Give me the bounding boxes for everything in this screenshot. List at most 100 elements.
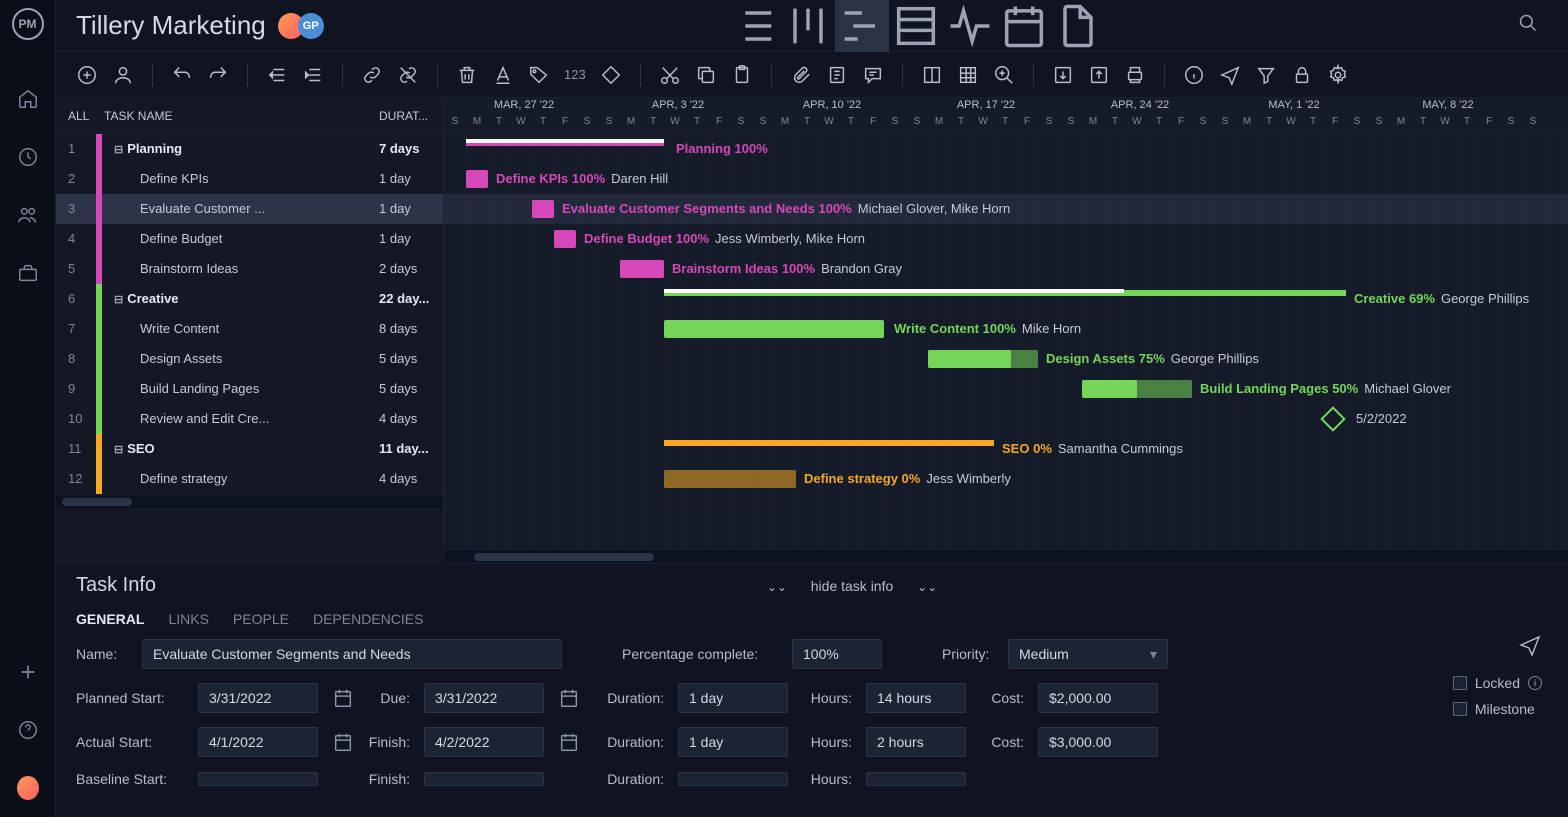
gantt-row[interactable]: Define strategy 0%Jess Wimberly — [444, 464, 1568, 494]
comment-icon[interactable] — [862, 64, 884, 86]
chevron-down-icon[interactable]: ⌄⌄ — [767, 580, 787, 594]
copy-icon[interactable] — [695, 64, 717, 86]
finish-input[interactable]: 4/2/2022 — [424, 727, 544, 757]
milestone-checkbox[interactable] — [1453, 702, 1467, 716]
app-logo[interactable]: PM — [12, 8, 44, 40]
help-icon[interactable] — [17, 719, 39, 741]
name-input[interactable]: Evaluate Customer Segments and Needs — [142, 639, 562, 669]
gantt-row[interactable]: Evaluate Customer Segments and Needs 100… — [444, 194, 1568, 224]
grid-hscroll[interactable] — [56, 494, 443, 508]
hours-input[interactable]: 14 hours — [866, 683, 966, 713]
calendar-icon[interactable] — [332, 731, 354, 753]
redo-icon[interactable] — [207, 64, 229, 86]
tab-dependencies[interactable]: DEPENDENCIES — [313, 611, 423, 627]
avatar[interactable]: GP — [298, 13, 324, 39]
task-row[interactable]: 8Design Assets5 days — [56, 344, 443, 374]
cost-input[interactable]: $3,000.00 — [1038, 727, 1158, 757]
task-row[interactable]: 2Define KPIs1 day — [56, 164, 443, 194]
calendar-view-icon[interactable] — [997, 0, 1051, 52]
gantt-hscroll[interactable] — [444, 549, 1568, 563]
export-icon[interactable] — [1088, 64, 1110, 86]
duration-input[interactable]: 1 day — [678, 727, 788, 757]
gantt-row[interactable]: Creative 69%George Phillips — [444, 284, 1568, 314]
settings-icon[interactable] — [1327, 64, 1349, 86]
columns-icon[interactable] — [921, 64, 943, 86]
gantt-row[interactable]: Design Assets 75%George Phillips — [444, 344, 1568, 374]
cut-icon[interactable] — [659, 64, 681, 86]
board-view-icon[interactable] — [781, 0, 835, 52]
lock-icon[interactable] — [1291, 64, 1313, 86]
sheet-view-icon[interactable] — [889, 0, 943, 52]
paste-icon[interactable] — [731, 64, 753, 86]
chevron-down-icon[interactable]: ⌄⌄ — [917, 580, 937, 594]
tab-people[interactable]: PEOPLE — [233, 611, 289, 627]
baseline-hours-input[interactable] — [866, 772, 966, 786]
task-row[interactable]: 1⊟Planning7 days — [56, 134, 443, 164]
gantt-row[interactable]: Brainstorm Ideas 100%Brandon Gray — [444, 254, 1568, 284]
info-small-icon[interactable]: i — [1528, 676, 1542, 690]
file-view-icon[interactable] — [1051, 0, 1105, 52]
task-row[interactable]: 10Review and Edit Cre...4 days — [56, 404, 443, 434]
duration-input[interactable]: 1 day — [678, 683, 788, 713]
home-icon[interactable] — [17, 88, 39, 110]
user-avatar-icon[interactable] — [17, 777, 39, 799]
info-icon[interactable] — [1183, 64, 1205, 86]
note-icon[interactable] — [826, 64, 848, 86]
clock-icon[interactable] — [17, 146, 39, 168]
assign-icon[interactable] — [112, 64, 134, 86]
gantt-view-icon[interactable] — [835, 0, 889, 52]
link-icon[interactable] — [361, 64, 383, 86]
unlink-icon[interactable] — [397, 64, 419, 86]
task-row[interactable]: 7Write Content8 days — [56, 314, 443, 344]
trash-icon[interactable] — [456, 64, 478, 86]
tab-general[interactable]: GENERAL — [76, 611, 144, 627]
send-icon[interactable] — [1219, 64, 1241, 86]
hours-input[interactable]: 2 hours — [866, 727, 966, 757]
task-row[interactable]: 9Build Landing Pages5 days — [56, 374, 443, 404]
search-icon[interactable] — [1508, 13, 1548, 38]
outdent-icon[interactable] — [266, 64, 288, 86]
cost-input[interactable]: $2,000.00 — [1038, 683, 1158, 713]
task-row[interactable]: 3Evaluate Customer ...1 day — [56, 194, 443, 224]
gantt-row[interactable]: Build Landing Pages 50%Michael Glover — [444, 374, 1568, 404]
actual-start-input[interactable]: 4/1/2022 — [198, 727, 318, 757]
gantt-row[interactable]: Planning 100% — [444, 134, 1568, 164]
baseline-finish-input[interactable] — [424, 772, 544, 786]
project-avatars[interactable]: GP — [284, 13, 324, 39]
task-row[interactable]: 11⊟SEO11 day... — [56, 434, 443, 464]
filter-icon[interactable] — [1255, 64, 1277, 86]
task-row[interactable]: 12Define strategy4 days — [56, 464, 443, 494]
activity-view-icon[interactable] — [943, 0, 997, 52]
col-all[interactable]: ALL — [56, 109, 96, 123]
list-view-icon[interactable] — [727, 0, 781, 52]
add-task-icon[interactable] — [76, 64, 98, 86]
due-input[interactable]: 3/31/2022 — [424, 683, 544, 713]
import-icon[interactable] — [1052, 64, 1074, 86]
briefcase-icon[interactable] — [17, 262, 39, 284]
gantt-row[interactable]: Write Content 100%Mike Horn — [444, 314, 1568, 344]
print-icon[interactable] — [1124, 64, 1146, 86]
col-duration[interactable]: DURAT... — [379, 109, 443, 123]
zoom-icon[interactable] — [993, 64, 1015, 86]
pct-input[interactable]: 100% — [792, 639, 882, 669]
locked-checkbox[interactable] — [1453, 676, 1467, 690]
send-icon[interactable] — [1518, 633, 1542, 662]
task-row[interactable]: 6⊟Creative22 day... — [56, 284, 443, 314]
calendar-icon[interactable] — [558, 687, 580, 709]
gantt-row[interactable]: SEO 0%Samantha Cummings — [444, 434, 1568, 464]
tag-icon[interactable] — [528, 64, 550, 86]
priority-select[interactable]: Medium — [1008, 639, 1168, 669]
planned-start-input[interactable]: 3/31/2022 — [198, 683, 318, 713]
gantt-row[interactable]: Define KPIs 100%Daren Hill — [444, 164, 1568, 194]
tab-links[interactable]: LINKS — [168, 611, 208, 627]
gantt-row[interactable]: Define Budget 100%Jess Wimberly, Mike Ho… — [444, 224, 1568, 254]
diamond-icon[interactable] — [600, 64, 622, 86]
baseline-start-input[interactable] — [198, 772, 318, 786]
calendar-icon[interactable] — [558, 731, 580, 753]
team-icon[interactable] — [17, 204, 39, 226]
calendar-icon[interactable] — [332, 687, 354, 709]
task-row[interactable]: 4Define Budget1 day — [56, 224, 443, 254]
gantt-row[interactable]: 5/2/2022 — [444, 404, 1568, 434]
col-name[interactable]: TASK NAME — [96, 109, 379, 123]
grid-icon[interactable] — [957, 64, 979, 86]
